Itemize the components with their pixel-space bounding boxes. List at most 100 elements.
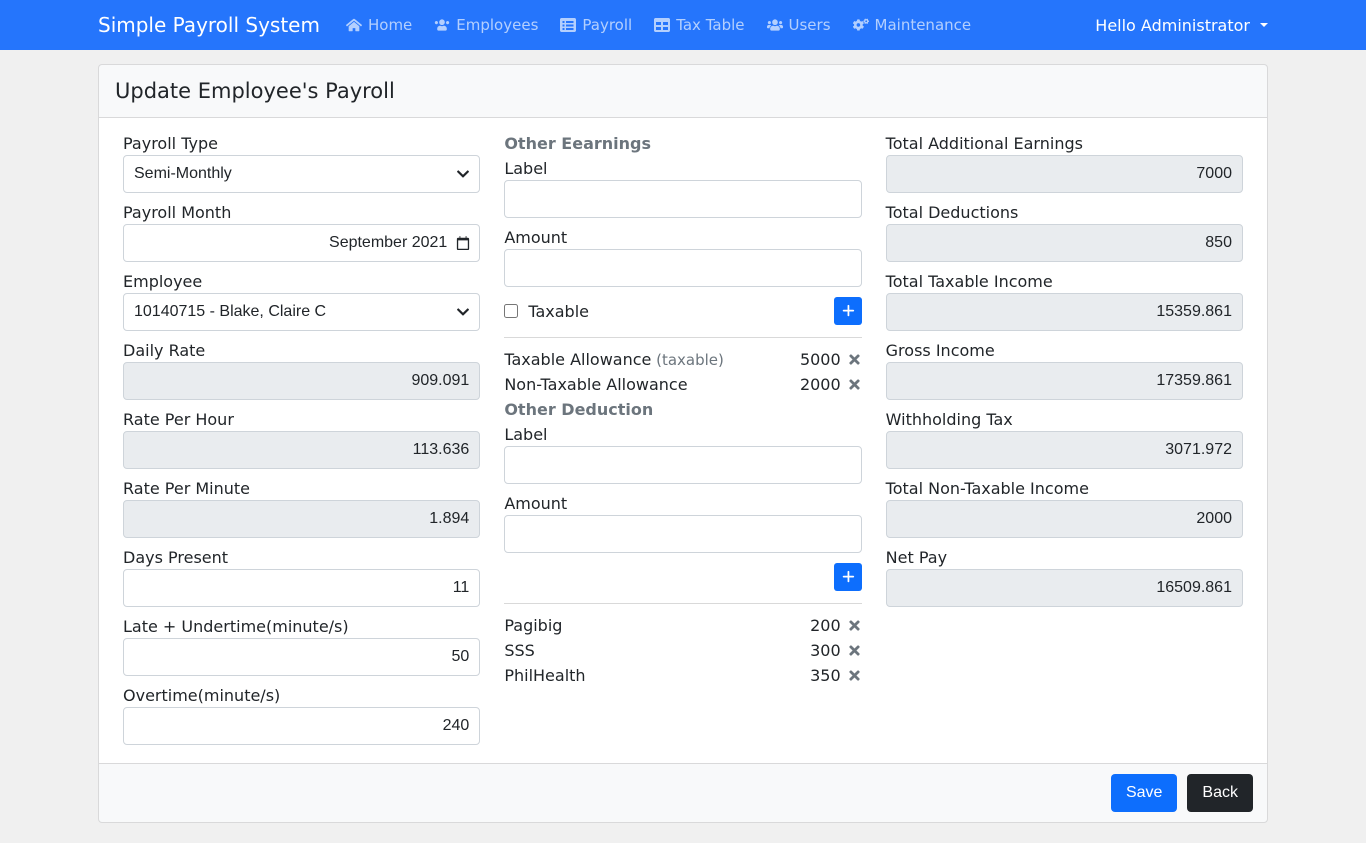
- days-present-label: Days Present: [123, 548, 480, 567]
- list-item: Taxable Allowance (taxable) 5000: [504, 350, 861, 369]
- list-item-suffix: (taxable): [651, 351, 724, 369]
- taxable-checkbox[interactable]: [504, 304, 518, 318]
- user-menu[interactable]: Hello Administrator: [1095, 16, 1268, 35]
- rate-hour-value: [123, 431, 480, 469]
- remove-icon[interactable]: [847, 643, 862, 658]
- list-item: Non-Taxable Allowance 2000: [504, 375, 861, 394]
- list-item-amount-wrap: 350: [810, 666, 862, 685]
- nav-payroll[interactable]: Payroll: [550, 8, 642, 42]
- nav-links: Home Employees Payroll Tax Table Users M…: [336, 8, 1095, 42]
- user-text: Hello Administrator: [1095, 16, 1250, 35]
- list-item-amount: 2000: [800, 375, 841, 394]
- total-nontaxable-value: [886, 500, 1243, 538]
- add-deduction-button[interactable]: [834, 563, 862, 591]
- payroll-type-select[interactable]: [123, 155, 480, 193]
- navbar: Simple Payroll System Home Employees Pay…: [0, 0, 1366, 50]
- employee-select[interactable]: [123, 293, 480, 331]
- list-item-label: SSS: [504, 641, 534, 660]
- list-item-amount: 5000: [800, 350, 841, 369]
- nav-label: Maintenance: [875, 16, 972, 34]
- total-taxable-value: [886, 293, 1243, 331]
- remove-icon[interactable]: [847, 618, 862, 633]
- deduction-label-label: Label: [504, 425, 861, 444]
- earnings-label-label: Label: [504, 159, 861, 178]
- deduction-amount-label: Amount: [504, 494, 861, 513]
- withholding-tax-label: Withholding Tax: [886, 410, 1243, 429]
- users-icon: [767, 17, 783, 33]
- gross-income-value: [886, 362, 1243, 400]
- list-item: Pagibig 200: [504, 616, 861, 635]
- rate-minute-label: Rate Per Minute: [123, 479, 480, 498]
- earnings-amount-input[interactable]: [504, 249, 861, 287]
- nav-label: Users: [789, 16, 831, 34]
- nav-home[interactable]: Home: [336, 8, 422, 42]
- withholding-tax-value: [886, 431, 1243, 469]
- nav-label: Tax Table: [676, 16, 744, 34]
- rate-minute-value: [123, 500, 480, 538]
- save-button[interactable]: Save: [1111, 774, 1177, 812]
- user-icon: [434, 17, 450, 33]
- list-item-label: PhilHealth: [504, 666, 585, 685]
- plus-icon: [841, 570, 855, 584]
- earnings-amount-label: Amount: [504, 228, 861, 247]
- overtime-input[interactable]: [123, 707, 480, 745]
- right-column: Total Additional Earnings Total Deductio…: [886, 134, 1243, 745]
- rate-hour-label: Rate Per Hour: [123, 410, 480, 429]
- remove-icon[interactable]: [847, 377, 862, 392]
- overtime-label: Overtime(minute/s): [123, 686, 480, 705]
- nav-users[interactable]: Users: [757, 8, 841, 42]
- caret-icon: [1260, 23, 1268, 27]
- list-item-amount: 200: [810, 616, 841, 635]
- payroll-card: Update Employee's Payroll Payroll Type P…: [98, 64, 1268, 823]
- earnings-label-input[interactable]: [504, 180, 861, 218]
- nav-tax-table[interactable]: Tax Table: [644, 8, 754, 42]
- total-add-earn-label: Total Additional Earnings: [886, 134, 1243, 153]
- total-deductions-label: Total Deductions: [886, 203, 1243, 222]
- list-item-amount-wrap: 2000: [800, 375, 862, 394]
- nav-maintenance[interactable]: Maintenance: [843, 8, 982, 42]
- add-earning-button[interactable]: [834, 297, 862, 325]
- daily-rate-label: Daily Rate: [123, 341, 480, 360]
- taxable-wrap[interactable]: Taxable: [504, 302, 589, 321]
- middle-column: Other Eearnings Label Amount Taxable: [504, 134, 861, 745]
- divider: [504, 337, 861, 338]
- deduction-amount-input[interactable]: [504, 515, 861, 553]
- payroll-month-input[interactable]: [123, 224, 480, 262]
- nav-label: Employees: [456, 16, 538, 34]
- list-item: SSS 300: [504, 641, 861, 660]
- list-item-amount: 300: [810, 641, 841, 660]
- remove-icon[interactable]: [847, 668, 862, 683]
- daily-rate-value: [123, 362, 480, 400]
- total-taxable-label: Total Taxable Income: [886, 272, 1243, 291]
- remove-icon[interactable]: [847, 352, 862, 367]
- list-icon: [560, 17, 576, 33]
- back-button[interactable]: Back: [1187, 774, 1253, 812]
- divider: [504, 603, 861, 604]
- deduction-label-input[interactable]: [504, 446, 861, 484]
- other-earnings-head: Other Eearnings: [504, 134, 861, 153]
- list-item-amount: 350: [810, 666, 841, 685]
- table-icon: [654, 17, 670, 33]
- nav-label: Payroll: [582, 16, 632, 34]
- nav-employees[interactable]: Employees: [424, 8, 548, 42]
- list-item: PhilHealth 350: [504, 666, 861, 685]
- cogs-icon: [853, 17, 869, 33]
- list-item-label: Taxable Allowance (taxable): [504, 350, 724, 369]
- plus-icon: [841, 304, 855, 318]
- brand: Simple Payroll System: [98, 13, 320, 37]
- taxable-label: Taxable: [528, 302, 589, 321]
- list-item-label: Pagibig: [504, 616, 562, 635]
- net-pay-value: [886, 569, 1243, 607]
- gross-income-label: Gross Income: [886, 341, 1243, 360]
- list-item-amount-wrap: 300: [810, 641, 862, 660]
- total-nontaxable-label: Total Non-Taxable Income: [886, 479, 1243, 498]
- other-deduction-head: Other Deduction: [504, 400, 861, 419]
- list-item-label: Non-Taxable Allowance: [504, 375, 687, 394]
- list-item-amount-wrap: 5000: [800, 350, 862, 369]
- late-undertime-input[interactable]: [123, 638, 480, 676]
- card-footer: Save Back: [99, 763, 1267, 822]
- home-icon: [346, 17, 362, 33]
- days-present-input[interactable]: [123, 569, 480, 607]
- payroll-type-label: Payroll Type: [123, 134, 480, 153]
- card-title: Update Employee's Payroll: [99, 65, 1267, 118]
